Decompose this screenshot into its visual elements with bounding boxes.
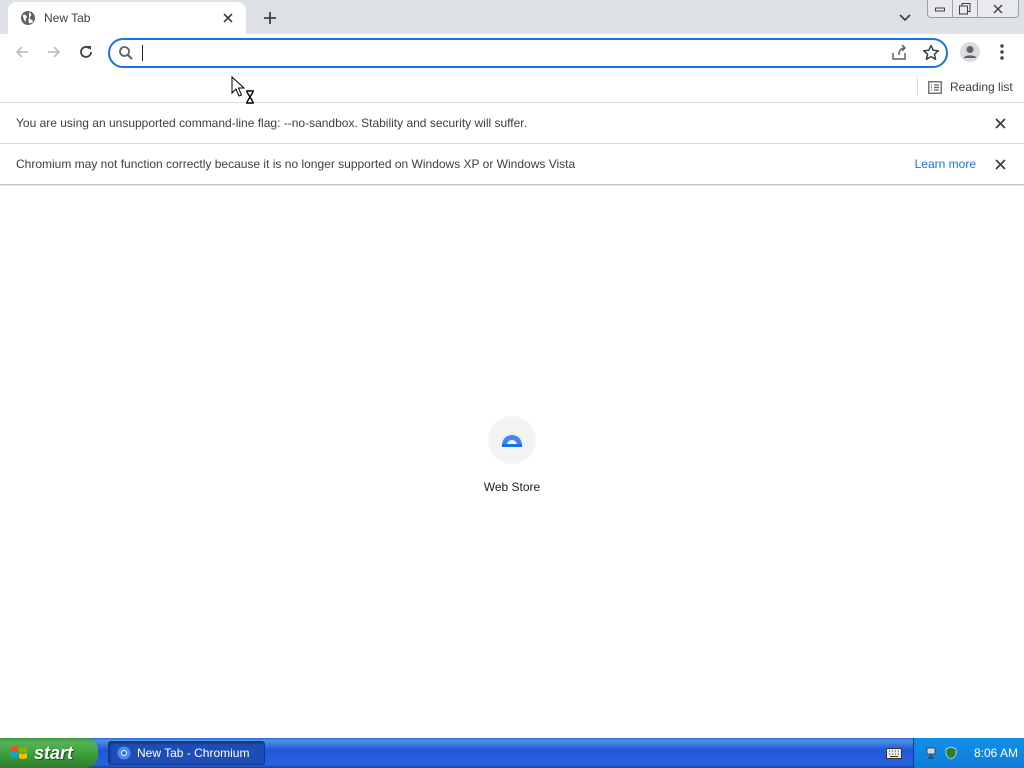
web-store-icon — [502, 435, 522, 447]
text-caret — [142, 45, 143, 61]
chromium-icon — [117, 746, 131, 760]
avatar-icon — [960, 42, 980, 62]
share-icon[interactable] — [890, 44, 908, 62]
start-button[interactable]: start — [0, 738, 98, 768]
shortcut-icon-container — [488, 416, 536, 464]
tab-title: New Tab — [44, 11, 91, 25]
infobar-unsupported-os: Chromium may not function correctly beca… — [0, 144, 1024, 185]
forward-button[interactable] — [42, 40, 66, 64]
infobar-message: Chromium may not function correctly beca… — [16, 157, 576, 171]
bookmark-star-icon[interactable] — [922, 44, 940, 62]
system-tray: 8:06 AM — [913, 738, 1024, 768]
minimize-button[interactable] — [927, 0, 953, 18]
network-icon[interactable] — [926, 746, 940, 760]
address-bar[interactable] — [108, 38, 948, 68]
busy-cursor-icon — [231, 76, 254, 104]
learn-more-link[interactable]: Learn more — [915, 157, 976, 171]
taskbar: start New Tab - Chromium 8:06 AM — [0, 738, 1024, 768]
reading-list-label: Reading list — [950, 80, 1013, 94]
reading-list-icon — [928, 80, 942, 94]
plus-icon — [264, 12, 276, 24]
new-tab-button[interactable] — [258, 7, 282, 29]
kebab-menu-icon — [1000, 44, 1004, 60]
bookmarks-bar: Reading list — [0, 71, 1024, 103]
chevron-down-icon — [899, 14, 911, 22]
close-icon — [993, 4, 1003, 13]
taskbar-item-label: New Tab - Chromium — [137, 746, 250, 760]
bookmarks-separator — [917, 77, 918, 95]
close-icon — [994, 158, 1006, 170]
close-window-button[interactable] — [977, 0, 1019, 18]
reading-list-button[interactable]: Reading list — [928, 77, 1013, 97]
restore-button[interactable] — [952, 0, 978, 18]
restore-icon — [959, 2, 971, 14]
profile-button[interactable] — [958, 40, 982, 64]
infobar-no-sandbox: You are using an unsupported command-lin… — [0, 103, 1024, 144]
security-shield-icon[interactable] — [944, 746, 958, 760]
reload-icon — [80, 46, 92, 58]
tab-new-tab[interactable]: New Tab — [8, 2, 246, 34]
back-button[interactable] — [10, 40, 34, 64]
reload-button[interactable] — [74, 40, 98, 64]
dismiss-infobar-button[interactable] — [992, 156, 1008, 172]
shortcut-label: Web Store — [483, 480, 541, 494]
shortcut-web-store[interactable]: Web Store — [472, 416, 552, 506]
tab-search-button[interactable] — [894, 7, 916, 29]
back-arrow-icon — [15, 46, 28, 58]
forward-arrow-icon — [48, 46, 61, 58]
start-label: start — [34, 742, 74, 763]
keyboard-icon[interactable] — [886, 746, 902, 760]
new-tab-page: Web Store — [0, 186, 1024, 738]
minimize-icon — [935, 7, 945, 11]
close-icon — [994, 117, 1006, 129]
tab-strip: New Tab — [0, 0, 1024, 34]
close-tab-icon[interactable] — [220, 10, 236, 26]
windows-logo-icon — [11, 746, 27, 759]
menu-button[interactable] — [992, 40, 1012, 64]
search-icon — [119, 46, 133, 60]
infobar-message: You are using an unsupported command-lin… — [16, 116, 527, 130]
taskbar-item-chromium[interactable]: New Tab - Chromium — [108, 741, 265, 765]
toolbar — [0, 34, 1024, 71]
dismiss-infobar-button[interactable] — [992, 115, 1008, 131]
clock: 8:06 AM — [974, 746, 1019, 760]
globe-icon — [21, 11, 35, 25]
omnibox-input[interactable] — [140, 43, 870, 63]
